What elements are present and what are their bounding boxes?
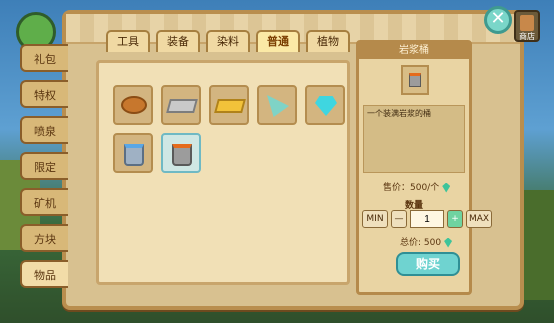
diamond-icon bbox=[315, 96, 337, 116]
item-slot[interactable] bbox=[113, 133, 153, 173]
min-button[interactable]: MIN bbox=[362, 210, 388, 228]
item-slot-selected[interactable] bbox=[161, 133, 201, 173]
bread-icon bbox=[121, 96, 147, 114]
lava-bucket-icon bbox=[172, 144, 192, 166]
side-tab-gift[interactable]: 礼包 bbox=[20, 44, 68, 72]
item-slot[interactable] bbox=[257, 85, 297, 125]
arrow-icon bbox=[267, 95, 289, 117]
side-tab-blocks[interactable]: 方块 bbox=[20, 224, 68, 252]
item-slot[interactable] bbox=[113, 85, 153, 125]
item-slot[interactable] bbox=[161, 85, 201, 125]
item-grid bbox=[96, 60, 350, 285]
buy-button[interactable]: 购买 bbox=[396, 252, 460, 276]
plus-button[interactable]: + bbox=[447, 210, 463, 228]
tab-dye[interactable]: 染料 bbox=[206, 30, 250, 52]
tab-tools[interactable]: 工具 bbox=[106, 30, 150, 52]
item-preview bbox=[401, 65, 429, 95]
total-price-label: 总价: 500 bbox=[400, 235, 453, 248]
gold-ingot-icon bbox=[214, 99, 246, 113]
side-tab-fountain[interactable]: 喷泉 bbox=[20, 116, 68, 144]
max-button[interactable]: MAX bbox=[466, 210, 492, 228]
side-tab-items[interactable]: 物品 bbox=[20, 260, 68, 288]
shop-icon bbox=[520, 15, 534, 31]
tab-plants[interactable]: 植物 bbox=[306, 30, 350, 52]
quantity-input[interactable] bbox=[410, 210, 444, 228]
shop-button[interactable]: 商店 bbox=[514, 10, 540, 42]
side-tab-limited[interactable]: 限定 bbox=[20, 152, 68, 180]
side-tab-privilege[interactable]: 特权 bbox=[20, 80, 68, 108]
shop-label: 商店 bbox=[519, 32, 535, 41]
water-bucket-icon bbox=[124, 144, 144, 166]
gem-icon bbox=[444, 237, 453, 248]
side-tab-miner[interactable]: 矿机 bbox=[20, 188, 68, 216]
close-icon: ✕ bbox=[490, 8, 506, 29]
close-button[interactable]: ✕ bbox=[484, 6, 512, 34]
item-title: 岩浆桶 bbox=[359, 43, 469, 59]
item-slot[interactable] bbox=[305, 85, 345, 125]
tab-equipment[interactable]: 装备 bbox=[156, 30, 200, 52]
item-description: 一个装满岩浆的桶 bbox=[363, 105, 465, 173]
minus-button[interactable]: — bbox=[391, 210, 407, 228]
gem-icon bbox=[442, 182, 451, 193]
item-slot[interactable] bbox=[209, 85, 249, 125]
price-label: 售价：500/个 bbox=[383, 180, 451, 193]
lava-bucket-icon bbox=[409, 73, 421, 87]
iron-ingot-icon bbox=[166, 99, 198, 113]
tab-normal[interactable]: 普通 bbox=[256, 30, 300, 52]
